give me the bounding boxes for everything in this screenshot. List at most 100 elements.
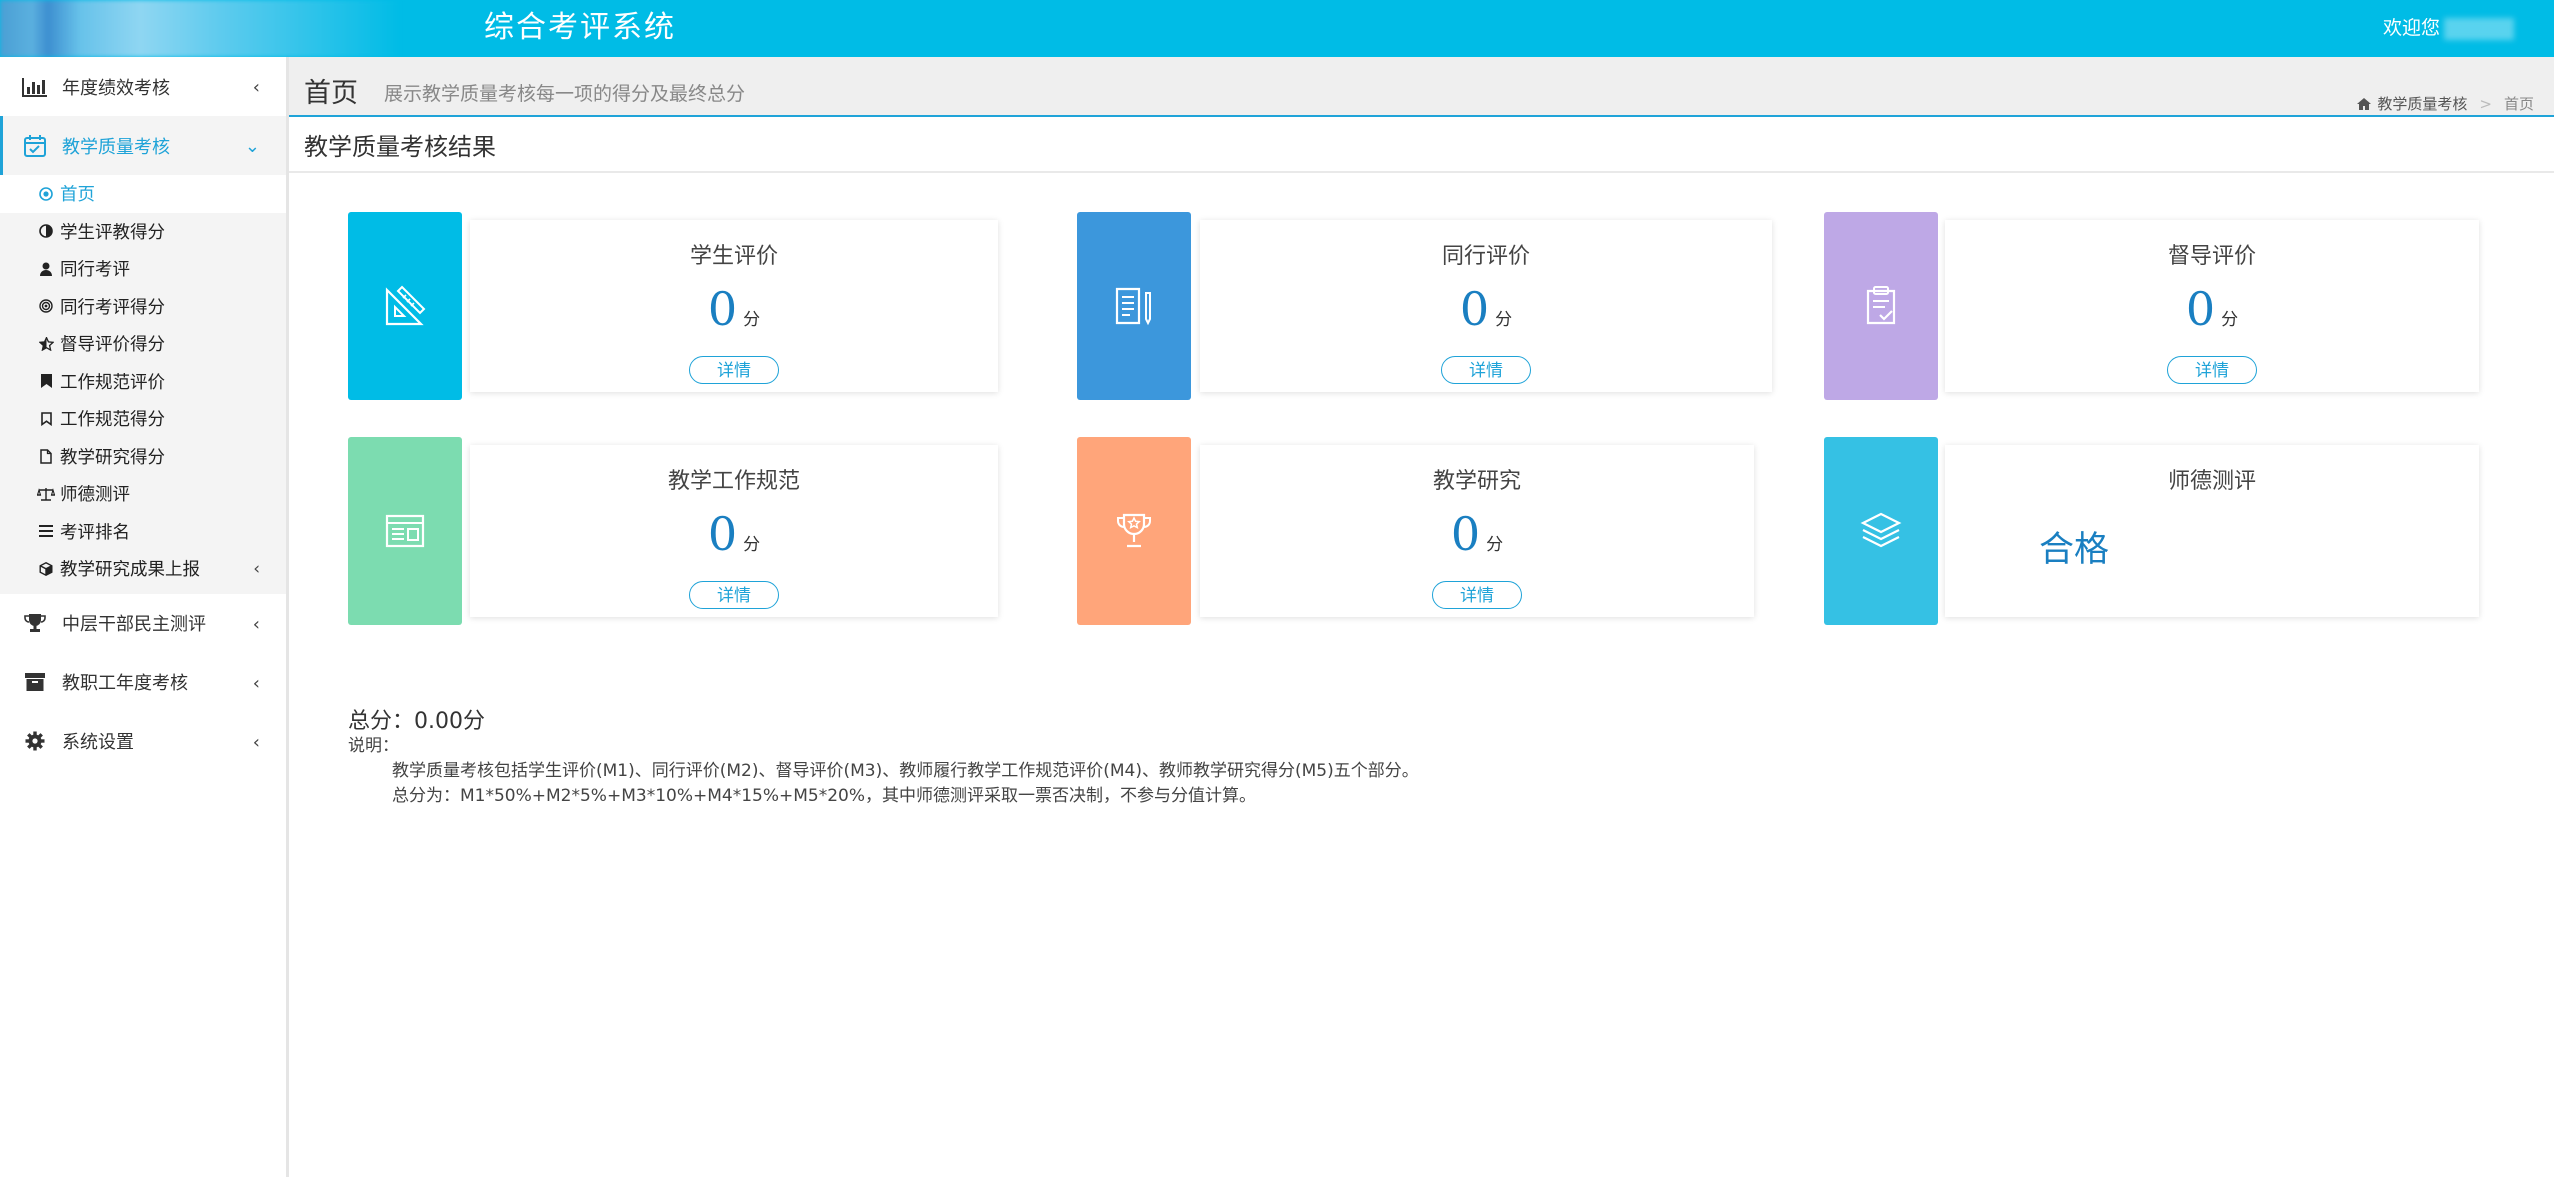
card-panel: 教学研究 0分 详情 (1200, 445, 1754, 617)
submenu-item-peer-score[interactable]: 同行考评得分 (0, 288, 286, 326)
submenu-item-label: 教学研究成果上报 (60, 560, 200, 581)
trophy-star-icon (1117, 513, 1151, 548)
score-unit: 分 (1495, 310, 1513, 330)
sidebar-item-label: 系统设置 (62, 732, 134, 753)
card-panel: 学生评价 0分 详情 (470, 220, 998, 392)
submenu-item-label: 师德测评 (60, 485, 130, 506)
layers-icon (1860, 512, 1902, 548)
ethics-result: 合格 (2039, 530, 2110, 570)
score-value: 0 (1450, 507, 1481, 561)
sidebar: 年度绩效考核 ‹ 教学质量考核 ⌄ 首页 学生评教得分 同行考评 同行考评得分 … (0, 57, 289, 1177)
score-unit: 分 (2221, 310, 2239, 330)
top-bar: 综合考评系统 欢迎您 (0, 0, 2554, 57)
notes: 说明： 教学质量考核包括学生评价(M1)、同行评价(M2)、督导评价(M3)、教… (348, 734, 1419, 809)
breadcrumb-separator: > (2479, 94, 2492, 113)
sidebar-item-annual-performance[interactable]: 年度绩效考核 ‹ (0, 57, 286, 116)
score-card-peer: 同行评价 0分 详情 (1077, 212, 1772, 400)
details-button[interactable]: 详情 (1441, 356, 1531, 384)
card-title: 师德测评 (2167, 469, 2256, 494)
welcome-user[interactable]: 欢迎您 (2383, 14, 2514, 42)
details-button[interactable]: 详情 (689, 581, 779, 609)
score-unit: 分 (743, 310, 761, 330)
submenu-item-ethics[interactable]: 师德测评 (0, 475, 286, 513)
score-unit: 分 (1486, 535, 1504, 555)
half-circle-icon (36, 224, 56, 239)
breadcrumb-parent[interactable]: 教学质量考核 (2377, 93, 2467, 114)
page-title: 首页 (304, 78, 358, 109)
submenu-item-label: 工作规范评价 (60, 372, 165, 393)
submenu-item-peer-review[interactable]: 同行考评 (0, 250, 286, 288)
result-card-ethics: 师德测评 合格 (1824, 437, 2479, 625)
bookmark-outline-icon (36, 411, 56, 426)
submenu-item-label: 学生评教得分 (60, 222, 165, 243)
card-title: 教学研究 (1432, 469, 1521, 494)
card-title: 督导评价 (2167, 244, 2256, 269)
sidebar-item-cadre-evaluation[interactable]: 中层干部民主测评 ‹ (0, 594, 286, 653)
card-score: 0分 (1945, 282, 2479, 336)
calendar-check-icon (20, 134, 50, 158)
submenu-item-research-score[interactable]: 教学研究得分 (0, 438, 286, 476)
submenu-item-work-norm-eval[interactable]: 工作规范评价 (0, 363, 286, 401)
details-button[interactable]: 详情 (689, 356, 779, 384)
card-title: 教学工作规范 (667, 469, 800, 494)
sidebar-item-settings[interactable]: 系统设置 ‹ (0, 712, 286, 771)
submenu-teaching-quality: 首页 学生评教得分 同行考评 同行考评得分 督导评价得分 工作规范评价 工作规范… (0, 175, 286, 594)
list-icon (36, 525, 56, 538)
star-half-icon (36, 336, 56, 351)
balance-scale-icon (36, 487, 56, 501)
gear-icon (20, 729, 50, 753)
submenu-item-student-score[interactable]: 学生评教得分 (0, 213, 286, 251)
submenu-item-ranking[interactable]: 考评排名 (0, 513, 286, 551)
card-tile (1824, 212, 1938, 400)
details-button[interactable]: 详情 (2167, 356, 2257, 384)
bookmark-icon (36, 374, 56, 389)
submenu-item-supervisor-score[interactable]: 督导评价得分 (0, 325, 286, 363)
score-unit: 分 (743, 535, 761, 555)
note-line: 教学质量考核包括学生评价(M1)、同行评价(M2)、督导评价(M3)、教师履行教… (392, 761, 1419, 781)
chevron-left-icon: ‹ (252, 731, 260, 753)
submenu-item-label: 首页 (60, 185, 95, 206)
home-icon (2357, 97, 2372, 110)
sidebar-item-label: 教职工年度考核 (62, 673, 188, 694)
submenu-item-label: 同行考评得分 (60, 297, 165, 318)
score-card-supervisor: 督导评价 0分 详情 (1824, 212, 2479, 400)
sidebar-item-teaching-quality[interactable]: 教学质量考核 ⌄ (0, 116, 286, 175)
breadcrumb-current: 首页 (2503, 95, 2534, 113)
chevron-left-icon: ‹ (252, 77, 260, 98)
card-score: 0分 (470, 282, 998, 336)
card-score: 0分 (470, 507, 998, 561)
sidebar-item-staff-annual[interactable]: 教职工年度考核 ‹ (0, 653, 286, 712)
submenu-item-work-norm-score[interactable]: 工作规范得分 (0, 400, 286, 438)
card-tile (348, 212, 462, 400)
card-title: 学生评价 (689, 244, 778, 269)
card-score: 0分 (1200, 282, 1772, 336)
card-panel: 督导评价 0分 详情 (1945, 220, 2479, 392)
submenu-item-label: 工作规范得分 (60, 410, 165, 431)
submenu-item-label: 教学研究得分 (60, 447, 165, 468)
sidebar-item-label: 年度绩效考核 (62, 77, 170, 99)
details-button[interactable]: 详情 (1432, 581, 1522, 609)
card-panel: 师德测评 合格 (1945, 445, 2479, 617)
logo (0, 0, 400, 57)
welcome-text: 欢迎您 (2382, 17, 2440, 39)
user-icon (36, 262, 56, 276)
card-score: 0分 (1200, 507, 1754, 561)
archive-icon (20, 670, 50, 694)
clipboard-check-icon (1866, 286, 1896, 325)
card-panel: 同行评价 0分 详情 (1200, 220, 1772, 392)
score-value: 0 (1459, 282, 1490, 336)
submenu-item-research-upload[interactable]: 教学研究成果上报 ‹ (0, 550, 286, 588)
card-tile (1077, 212, 1191, 400)
bullseye-icon (36, 299, 56, 313)
score-card-student: 学生评价 0分 详情 (348, 212, 998, 400)
card-title: 同行评价 (1441, 244, 1530, 269)
card-tile (348, 437, 462, 625)
dot-circle-icon (36, 186, 56, 201)
score-card-research: 教学研究 0分 详情 (1077, 437, 1754, 625)
submenu-item-home[interactable]: 首页 (0, 175, 286, 213)
submenu-item-label: 同行考评 (60, 260, 130, 281)
page-subtitle: 展示教学质量考核每一项的得分及最终总分 (384, 83, 746, 105)
score-card-work-norm: 教学工作规范 0分 详情 (348, 437, 998, 625)
score-value: 0 (707, 282, 738, 336)
document-pen-icon (1115, 287, 1151, 326)
